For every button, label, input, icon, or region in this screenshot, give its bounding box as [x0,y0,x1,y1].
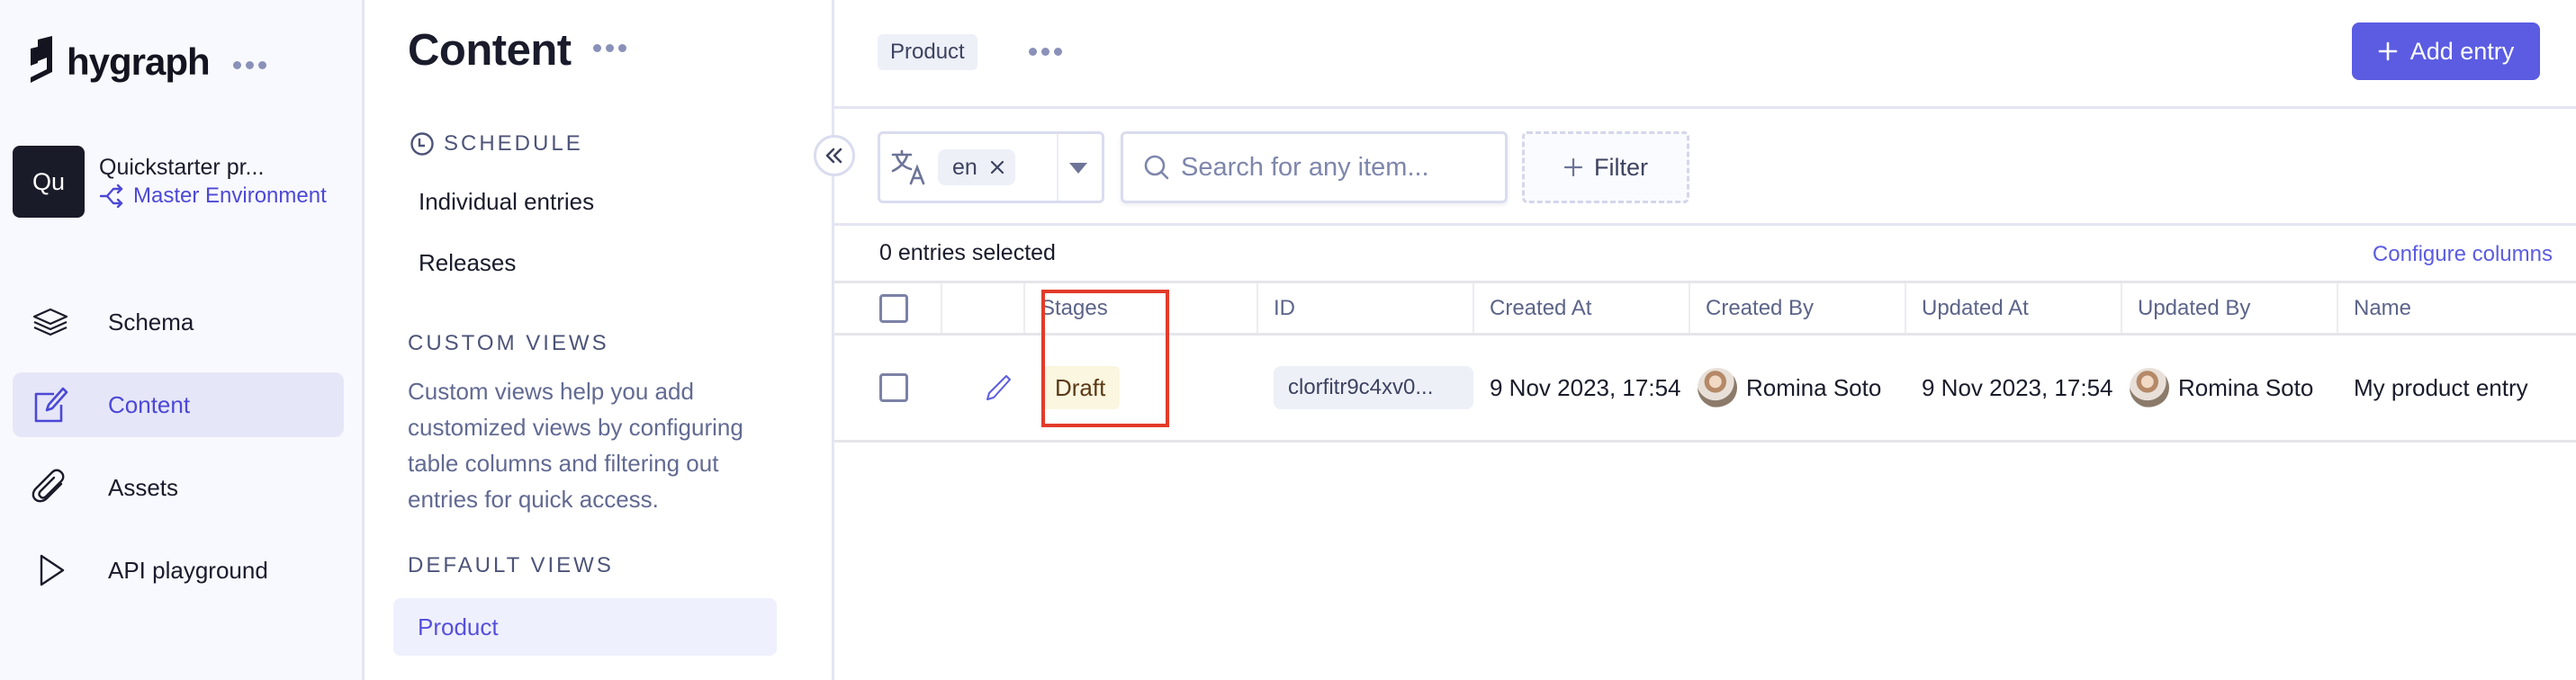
layers-icon [32,308,68,336]
divider [1057,134,1058,201]
stage-cell: Draft [1025,336,1258,440]
hygraph-logo-icon [31,36,52,83]
table-row[interactable]: Draft clorfitr9c4xv0... 9 Nov 2023, 17:5… [834,336,2576,443]
name-cell: My product entry [2354,373,2528,401]
add-entry-label: Add entry [2409,37,2515,65]
configure-columns-link[interactable]: Configure columns [2373,242,2553,267]
more-dots-icon[interactable] [232,60,266,69]
column-header-stages[interactable]: Stages [1025,283,1258,333]
add-filter-button[interactable]: Filter [1522,131,1689,203]
top-bar: Product Add entry [834,0,2576,109]
brand: hygraph [27,36,266,88]
selection-count: 0 entries selected [879,240,1056,265]
play-icon [40,554,65,586]
created-by-name: Romina Soto [1746,373,1882,401]
plus-icon [2378,41,2398,61]
nav-item-label: Assets [108,473,179,501]
column-header-updated-at[interactable]: Updated At [1906,283,2122,333]
main-area: Product Add entry en Search for any item… [834,0,2576,680]
default-view-product[interactable]: Product [393,598,777,656]
select-all-checkbox[interactable] [879,293,908,323]
stage-badge: Draft [1040,366,1121,409]
nav-item-assets[interactable]: Assets [13,455,344,520]
row-select-cell [834,336,942,440]
primary-sidebar: hygraph Qu Quickstarter pr... Master Env… [0,0,365,680]
nav-item-label: Schema [108,308,194,336]
id-cell: clorfitr9c4xv0... [1258,336,1474,440]
panel-title: Content [408,25,626,76]
environment-link[interactable]: Master Environment [99,182,327,210]
project-name: Quickstarter pr... [99,155,265,180]
locale-value: en [952,154,977,180]
project-avatar: Qu [13,146,85,218]
avatar [2130,368,2169,407]
nav-item-label: API playground [108,556,268,584]
nav-item-label: Content [108,390,191,418]
remove-locale-icon[interactable] [990,160,1004,174]
filter-label: Filter [1594,153,1648,181]
column-header-created-at[interactable]: Created At [1474,283,1690,333]
pencil-icon[interactable] [983,372,1013,403]
search-icon [1144,155,1169,180]
header-edit-cell [942,283,1025,333]
nav-item-schema[interactable]: Schema [13,290,344,354]
search-box[interactable] [1121,131,1508,203]
brand-name: hygraph [67,40,211,83]
more-dots-icon[interactable] [1029,48,1062,56]
column-header-name[interactable]: Name [2338,283,2572,333]
collapse-panel-button[interactable] [814,135,855,176]
updated-at-cell: 9 Nov 2023, 17:54 [1922,373,2113,401]
schedule-individual-entries[interactable]: Individual entries [419,188,594,216]
filter-bar: en Filter [834,109,2576,226]
plus-icon [1563,157,1583,177]
schedule-heading: SCHEDULE [410,131,583,157]
locale-chip: en [938,149,1015,185]
edit-icon [34,387,68,423]
locale-select[interactable]: en [878,131,1104,203]
schedule-heading-text: SCHEDULE [444,131,583,156]
column-header-created-by[interactable]: Created By [1690,283,1906,333]
schedule-releases[interactable]: Releases [419,249,516,277]
avatar [1698,368,1737,407]
project-switcher[interactable]: Qu Quickstarter pr... Master Environment [13,146,327,218]
clock-icon [410,132,434,156]
updated-by-name: Romina Soto [2178,373,2314,401]
breadcrumb[interactable]: Product [878,34,977,70]
caret-down-icon[interactable] [1069,163,1087,174]
paperclip-icon [32,469,65,503]
updated-by-cell: Romina Soto [2122,336,2338,440]
translate-icon [891,149,925,185]
add-entry-button[interactable]: Add entry [2352,22,2540,80]
double-chevron-left-icon [825,148,842,164]
table-header: Stages ID Created At Created By Updated … [834,283,2576,336]
row-checkbox[interactable] [879,373,908,402]
column-header-id[interactable]: ID [1258,283,1474,333]
id-chip[interactable]: clorfitr9c4xv0... [1274,366,1473,409]
custom-views-description: Custom views help you add customized vie… [408,378,743,513]
row-edit-cell [942,336,1025,440]
branch-icon [99,184,123,208]
content-panel: Content SCHEDULE Individual entries Rele… [365,0,834,680]
panel-title-text: Content [408,26,572,75]
nav-item-api-playground[interactable]: API playground [13,538,344,603]
column-header-updated-by[interactable]: Updated By [2122,283,2338,333]
created-at-cell: 9 Nov 2023, 17:54 [1490,373,1681,401]
environment-name: Master Environment [133,183,327,208]
search-input[interactable] [1181,152,1505,183]
more-dots-icon[interactable] [592,43,626,52]
header-select-all-cell [834,283,942,333]
nav-item-content[interactable]: Content [13,372,344,437]
selection-bar: 0 entries selected Configure columns [834,226,2576,283]
created-by-cell: Romina Soto [1690,336,1906,440]
default-views-heading: DEFAULT VIEWS [408,553,614,577]
custom-views-heading: CUSTOM VIEWS [408,331,609,355]
